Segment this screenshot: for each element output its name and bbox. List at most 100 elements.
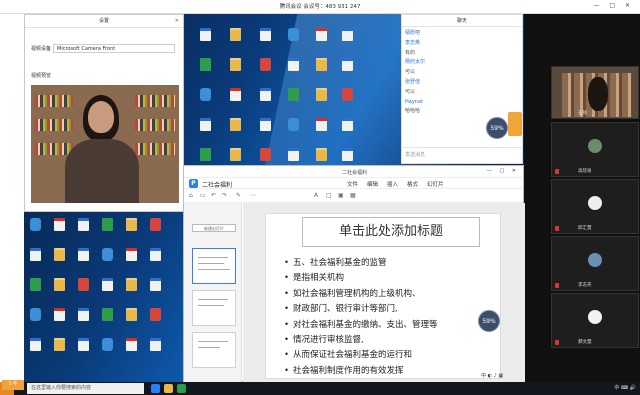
desktop-file-icon[interactable] bbox=[200, 88, 211, 101]
presentation-window-controls[interactable]: — □ ✕ bbox=[487, 168, 519, 174]
desktop-file-icon[interactable] bbox=[260, 58, 271, 71]
desktop-file-icon[interactable] bbox=[230, 58, 241, 71]
menu-item[interactable]: 格式 bbox=[407, 182, 418, 188]
text-icon[interactable]: A bbox=[314, 192, 318, 199]
desktop-file-icon[interactable] bbox=[342, 118, 353, 131]
desktop-file-icon[interactable] bbox=[30, 338, 41, 351]
desktop-file-icon[interactable] bbox=[30, 308, 41, 321]
desktop-file-icon[interactable] bbox=[54, 308, 65, 321]
desktop-file-icon[interactable] bbox=[102, 308, 113, 321]
desktop-file-icon[interactable] bbox=[78, 248, 89, 261]
close-icon[interactable]: ✕ bbox=[175, 15, 179, 28]
desktop-file-icon[interactable] bbox=[316, 118, 327, 131]
desktop-file-icon[interactable] bbox=[260, 118, 271, 131]
desktop-file-icon[interactable] bbox=[102, 248, 113, 261]
shape-icon[interactable]: □ bbox=[326, 192, 332, 199]
desktop-file-icon[interactable] bbox=[200, 28, 211, 41]
more-icon[interactable]: ⋯ bbox=[250, 192, 256, 199]
participant-tile[interactable]: 郝文慧 bbox=[551, 293, 639, 348]
folder-icon[interactable] bbox=[164, 384, 173, 393]
current-slide[interactable]: 单击此处添加标题 五、社会福利基金的监管是指相关机构如社会福利管理机构的上级机构… bbox=[265, 213, 501, 379]
menu-item[interactable]: 插入 bbox=[387, 182, 398, 188]
floating-widget[interactable]: 5 不 bbox=[2, 380, 24, 390]
desktop-file-icon[interactable] bbox=[342, 28, 353, 41]
desktop-file-icon[interactable] bbox=[230, 28, 241, 41]
desktop-file-icon[interactable] bbox=[150, 248, 161, 261]
desktop-file-icon[interactable] bbox=[316, 28, 327, 41]
desktop-file-icon[interactable] bbox=[150, 278, 161, 291]
image-icon[interactable]: ▣ bbox=[338, 192, 344, 199]
desktop-file-icon[interactable] bbox=[30, 278, 41, 291]
slide-thumbnail[interactable] bbox=[192, 290, 236, 326]
participant-tile[interactable]: 邱汇慧 bbox=[551, 179, 639, 234]
desktop-file-icon[interactable] bbox=[54, 218, 65, 231]
chat-input[interactable]: 发送消息 bbox=[402, 147, 522, 163]
desktop-file-icon[interactable] bbox=[126, 338, 137, 351]
desktop-file-icon[interactable] bbox=[288, 28, 299, 41]
undo-icon[interactable]: ↶ bbox=[211, 192, 216, 199]
desktop-file-icon[interactable] bbox=[54, 278, 65, 291]
desktop-file-icon[interactable] bbox=[200, 118, 211, 131]
network-badge[interactable]: 59% bbox=[478, 310, 500, 332]
desktop-file-icon[interactable] bbox=[30, 218, 41, 231]
desktop-file-icon[interactable] bbox=[78, 338, 89, 351]
desktop-file-icon[interactable] bbox=[288, 118, 299, 131]
slide-body[interactable]: 五、社会福利基金的监管是指相关机构如社会福利管理机构的上级机构、财政部门、银行审… bbox=[284, 256, 438, 379]
desktop-file-icon[interactable] bbox=[230, 118, 241, 131]
desktop-file-icon[interactable] bbox=[54, 338, 65, 351]
desktop-file-icon[interactable] bbox=[30, 248, 41, 261]
desktop-file-icon[interactable] bbox=[102, 278, 113, 291]
slide-title-placeholder[interactable]: 单击此处添加标题 bbox=[302, 217, 480, 247]
slide-thumbnail[interactable] bbox=[192, 248, 236, 284]
meeting-window-controls[interactable]: — □ ✕ bbox=[593, 2, 634, 9]
system-tray[interactable]: 中 ⌨ 🔊 bbox=[614, 384, 636, 391]
desktop-file-icon[interactable] bbox=[288, 148, 299, 161]
desktop-file-icon[interactable] bbox=[150, 338, 161, 351]
desktop-file-icon[interactable] bbox=[102, 338, 113, 351]
slide-thumbnail[interactable] bbox=[192, 332, 236, 368]
home-icon[interactable]: ⌂ bbox=[189, 192, 193, 199]
print-icon[interactable]: ▭ bbox=[200, 192, 206, 199]
desktop-file-icon[interactable] bbox=[316, 58, 327, 71]
menu-item[interactable]: 文件 bbox=[347, 182, 358, 188]
desktop-file-icon[interactable] bbox=[150, 218, 161, 231]
browser-icon[interactable] bbox=[151, 384, 160, 393]
desktop-file-icon[interactable] bbox=[316, 148, 327, 161]
desktop-file-icon[interactable] bbox=[78, 278, 89, 291]
participant-tile[interactable]: 高欣泉 bbox=[551, 122, 639, 177]
desktop-file-icon[interactable] bbox=[126, 248, 137, 261]
desktop-file-icon[interactable] bbox=[316, 88, 327, 101]
format-painter-icon[interactable]: ✎ bbox=[236, 192, 241, 199]
redo-icon[interactable]: ↷ bbox=[222, 192, 227, 199]
menu-item[interactable]: 编辑 bbox=[367, 182, 378, 188]
desktop-file-icon[interactable] bbox=[342, 88, 353, 101]
camera-select[interactable]: Microsoft Camera Front bbox=[53, 44, 175, 53]
desktop-file-icon[interactable] bbox=[78, 308, 89, 321]
table-icon[interactable]: ▦ bbox=[350, 192, 356, 199]
desktop-file-icon[interactable] bbox=[260, 148, 271, 161]
desktop-file-icon[interactable] bbox=[126, 308, 137, 321]
desktop-file-icon[interactable] bbox=[78, 218, 89, 231]
desktop-file-icon[interactable] bbox=[200, 58, 211, 71]
network-badge[interactable]: 59% bbox=[486, 117, 508, 139]
desktop-file-icon[interactable] bbox=[260, 28, 271, 41]
desktop-file-icon[interactable] bbox=[342, 148, 353, 161]
desktop-file-icon[interactable] bbox=[288, 58, 299, 71]
desktop-file-icon[interactable] bbox=[126, 278, 137, 291]
desktop-file-icon[interactable] bbox=[200, 148, 211, 161]
wechat-icon[interactable] bbox=[177, 384, 186, 393]
taskbar-search-input[interactable]: 在这里输入你要搜索的内容 bbox=[27, 383, 144, 394]
desktop-file-icon[interactable] bbox=[150, 308, 161, 321]
menu-item[interactable]: 幻灯片 bbox=[427, 182, 444, 188]
desktop-file-icon[interactable] bbox=[54, 248, 65, 261]
desktop-file-icon[interactable] bbox=[260, 88, 271, 101]
participant-video-main[interactable]: 石钱 bbox=[551, 66, 639, 119]
desktop-file-icon[interactable] bbox=[230, 148, 241, 161]
desktop-file-icon[interactable] bbox=[288, 88, 299, 101]
desktop-file-icon[interactable] bbox=[230, 88, 241, 101]
desktop-file-icon[interactable] bbox=[126, 218, 137, 231]
participant-tile[interactable]: 李志英 bbox=[551, 236, 639, 291]
desktop-file-icon[interactable] bbox=[102, 218, 113, 231]
input-method-tray[interactable]: 中 ◐ ♪ ▦ bbox=[481, 372, 503, 379]
new-slide-button[interactable]: 新建幻灯片 bbox=[192, 224, 236, 232]
